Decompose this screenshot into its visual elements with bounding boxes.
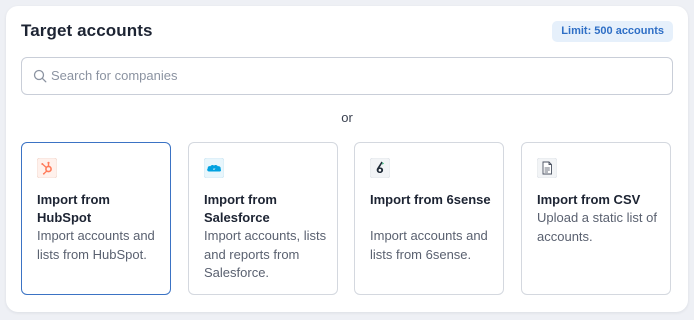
or-separator: or	[341, 110, 353, 125]
card-title: Import from HubSpot	[37, 192, 110, 225]
search-input[interactable]	[51, 58, 651, 92]
salesforce-icon: sf	[204, 158, 224, 178]
card-description: Import accounts, lists and reports from …	[204, 228, 327, 280]
search-icon	[33, 69, 47, 83]
limit-badge: Limit: 500 accounts	[552, 21, 673, 42]
company-search-box[interactable]	[21, 57, 673, 95]
hubspot-icon	[37, 158, 57, 178]
card-description: Upload a static list of accounts.	[537, 210, 657, 244]
target-accounts-panel: Target accounts Limit: 500 accounts or I…	[6, 6, 688, 312]
card-title: Import from CSV	[537, 192, 641, 207]
card-description: Import accounts and lists from HubSpot.	[37, 228, 155, 262]
6sense-icon	[370, 158, 390, 178]
import-salesforce-card[interactable]: sf Import from Salesforce Import account…	[188, 142, 338, 295]
import-csv-card[interactable]: Import from CSV Upload a static list of …	[521, 142, 671, 295]
import-hubspot-card[interactable]: Import from HubSpot Import accounts and …	[21, 142, 171, 295]
svg-text:sf: sf	[213, 167, 216, 171]
import-6sense-card[interactable]: Import from 6sense Import accounts and l…	[354, 142, 504, 295]
card-title: Import from 6sense	[370, 192, 491, 207]
card-description: Import accounts and lists from 6sense.	[370, 228, 488, 262]
csv-file-icon	[537, 158, 557, 178]
panel-title: Target accounts	[21, 21, 153, 40]
card-title: Import from Salesforce	[204, 192, 277, 225]
